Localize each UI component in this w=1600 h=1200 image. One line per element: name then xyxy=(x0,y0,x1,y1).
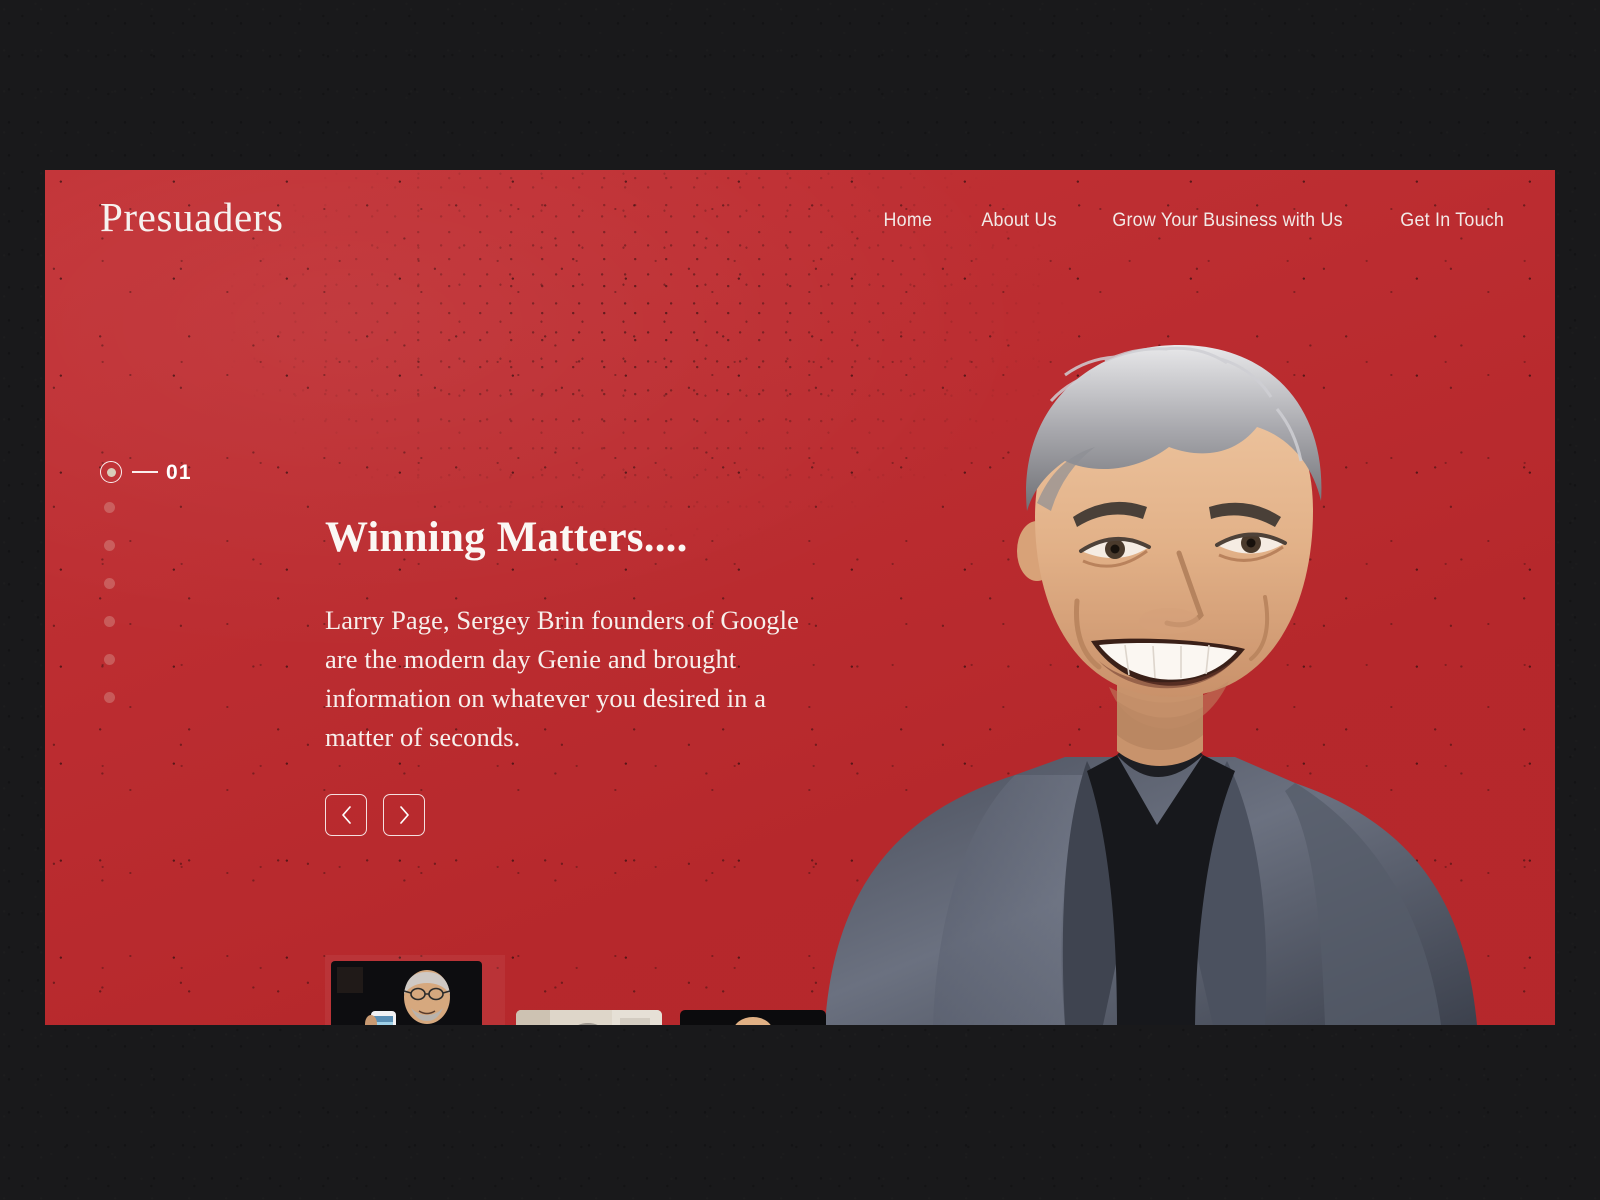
hero-headline: Winning Matters.... xyxy=(325,514,688,561)
pagination-dot[interactable] xyxy=(104,578,115,589)
thumbnail-image-bill-gates xyxy=(516,1010,662,1025)
pagination-dot[interactable] xyxy=(104,616,115,627)
pagination-dot[interactable] xyxy=(104,692,115,703)
carousel-controls xyxy=(325,794,425,836)
brand-logo[interactable]: Presuaders xyxy=(100,197,284,238)
hero-body-text: Larry Page, Sergey Brin founders of Goog… xyxy=(325,605,799,753)
slide-pagination-rail: 01 xyxy=(100,458,220,703)
pagination-dot[interactable] xyxy=(104,540,115,551)
pagination-dot[interactable] xyxy=(104,502,115,513)
pagination-dot-list xyxy=(104,502,220,703)
pagination-dot[interactable] xyxy=(104,654,115,665)
pagination-active-ring-icon xyxy=(100,461,122,483)
pagination-dash-icon xyxy=(132,471,158,473)
thumbnail-image-jeff-bezos xyxy=(680,1010,826,1025)
thumbnail-image-steve-jobs xyxy=(331,961,482,1025)
thumbnail-card-steve-jobs[interactable]: Steve Jobs xyxy=(325,955,505,1025)
hero-panel: Presuaders Home About Us Grow Your Busin… xyxy=(45,170,1555,1025)
pagination-active-core-icon xyxy=(106,467,116,477)
carousel-next-button[interactable] xyxy=(383,794,425,836)
hero-copy-block: Winning Matters.... Larry Page, Sergey B… xyxy=(325,514,885,757)
thumbnail-card-jeff-bezos[interactable] xyxy=(680,1010,826,1025)
nav-item-grow-your-business[interactable]: Grow Your Business with Us xyxy=(1113,206,1343,236)
thumbnail-card-bill-gates[interactable] xyxy=(516,1010,662,1025)
pagination-active-number: 01 xyxy=(166,460,192,484)
chevron-left-icon xyxy=(341,806,351,824)
site-header: Presuaders Home About Us Grow Your Busin… xyxy=(45,170,1555,290)
pagination-active-slide[interactable]: 01 xyxy=(100,458,220,486)
nav-item-get-in-touch[interactable]: Get In Touch xyxy=(1400,206,1504,236)
chevron-right-icon xyxy=(399,806,409,824)
nav-item-about-us[interactable]: About Us xyxy=(982,206,1057,236)
nav-item-home[interactable]: Home xyxy=(883,206,932,236)
main-nav: Home About Us Grow Your Business with Us… xyxy=(882,206,1507,236)
carousel-prev-button[interactable] xyxy=(325,794,367,836)
